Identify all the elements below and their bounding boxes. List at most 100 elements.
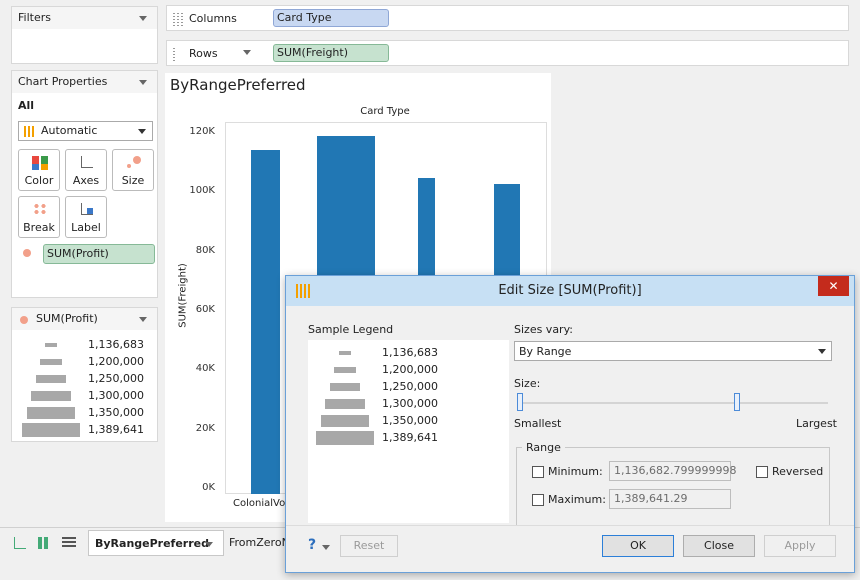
color-button[interactable]: Color	[18, 149, 60, 191]
legend-size-value: 1,136,683	[382, 346, 438, 359]
size-slider-label: Size:	[514, 377, 541, 390]
label-button[interactable]: Label	[65, 196, 107, 238]
sizes-vary-select[interactable]: By Range	[514, 341, 832, 361]
ok-button[interactable]: OK	[602, 535, 674, 557]
close-button[interactable]: Close	[683, 535, 755, 557]
legend-size-mark	[26, 407, 76, 419]
dialog-titlebar[interactable]: Edit Size [SUM(Profit)] ✕	[286, 276, 854, 306]
size-slider-max-thumb[interactable]	[734, 393, 740, 411]
legend-size-value: 1,250,000	[382, 380, 438, 393]
chart-properties-header[interactable]: Chart Properties	[12, 71, 157, 93]
legend-size-value: 1,300,000	[88, 389, 144, 402]
legend-size-mark	[45, 343, 57, 347]
new-dashboard-icon[interactable]	[38, 537, 50, 549]
axes-icon	[81, 156, 93, 168]
reversed-label: Reversed	[772, 465, 824, 478]
break-button[interactable]: Break	[18, 196, 60, 238]
sizes-vary-value: By Range	[519, 345, 572, 358]
legend-size-mark	[22, 423, 80, 437]
sizes-vary-chevron-icon[interactable]	[818, 349, 826, 354]
bar-chart-icon	[24, 126, 36, 137]
apply-button[interactable]: Apply	[764, 535, 836, 557]
edit-size-dialog: Edit Size [SUM(Profit)] ✕ Sample Legend …	[285, 275, 855, 573]
legend-size-mark	[339, 351, 351, 355]
bar-mark[interactable]	[250, 149, 280, 494]
dialog-title: Edit Size [SUM(Profit)]	[498, 283, 642, 298]
y-tick-label: 120K	[189, 126, 215, 137]
y-tick-label: 100K	[189, 185, 215, 197]
minimum-checkbox[interactable]	[532, 466, 544, 478]
legend-size-mark	[31, 391, 71, 401]
tab-menu-icon[interactable]	[205, 542, 213, 547]
dialog-close-button[interactable]: ✕	[818, 276, 849, 296]
legend-size-value: 1,389,641	[88, 423, 144, 436]
reset-button[interactable]: Reset	[340, 535, 398, 557]
tab-byrangepreferred[interactable]: ByRangePreferred	[88, 530, 224, 556]
legend-size-value: 1,250,000	[88, 372, 144, 385]
rows-menu-icon[interactable]	[243, 50, 251, 55]
column-header-card-type: Card Type	[360, 106, 410, 117]
new-worksheet-icon[interactable]	[14, 537, 26, 549]
y-tick-label: 40K	[195, 363, 215, 375]
legend-size-mark	[316, 431, 374, 445]
y-tick-label: 80K	[195, 244, 215, 256]
legend-size-mark	[40, 359, 62, 365]
minimum-field[interactable]: 1,136,682.799999998	[609, 461, 736, 481]
sample-legend-label: Sample Legend	[308, 323, 394, 336]
chart-properties-panel: Chart Properties All Automatic Color Axe…	[11, 70, 158, 298]
maximum-field[interactable]: 1,389,641.29	[609, 489, 731, 509]
filters-title: Filters	[18, 11, 51, 24]
color-label: Color	[24, 174, 54, 187]
color-icon-bottom	[32, 164, 48, 170]
scope-all[interactable]: All	[18, 99, 34, 112]
legend-size-value: 1,200,000	[382, 363, 438, 376]
rows-label: Rows	[189, 47, 218, 60]
help-menu-icon[interactable]	[322, 545, 330, 550]
size-legend-title: SUM(Profit)	[36, 312, 98, 325]
columns-pill-card-type[interactable]: Card Type	[273, 9, 389, 27]
size-field-icon	[23, 249, 31, 257]
axes-button[interactable]: Axes	[65, 149, 107, 191]
mark-type-chevron-icon[interactable]	[138, 129, 146, 134]
break-label: Break	[23, 221, 55, 234]
filters-header[interactable]: Filters	[12, 7, 157, 29]
minimum-label: Minimum:	[548, 465, 603, 478]
tab-list-icon[interactable]	[62, 537, 76, 548]
rows-grip-icon	[173, 47, 175, 61]
tab-byrangepreferred-label: ByRangePreferred	[95, 537, 209, 550]
columns-shelf[interactable]: Columns Card Type	[166, 5, 849, 31]
size-legend-menu-icon[interactable]	[139, 317, 147, 322]
columns-label: Columns	[189, 12, 237, 25]
size-field-pill[interactable]: SUM(Profit)	[43, 244, 155, 264]
legend-size-mark	[329, 383, 361, 391]
size-legend-icon	[20, 316, 28, 324]
maximum-label: Maximum:	[548, 493, 606, 506]
size-legend-header[interactable]: SUM(Profit)	[12, 308, 157, 330]
rows-shelf[interactable]: Rows SUM(Freight)	[166, 40, 849, 66]
columns-grip-icon-3	[181, 12, 183, 26]
legend-size-mark	[334, 367, 356, 373]
filters-menu-icon[interactable]	[139, 16, 147, 21]
chart-properties-menu-icon[interactable]	[139, 80, 147, 85]
size-button[interactable]: Size	[112, 149, 154, 191]
y-tick-label: 20K	[195, 422, 215, 434]
mark-type-select[interactable]: Automatic	[18, 121, 153, 141]
size-slider-min-thumb[interactable]	[517, 393, 523, 411]
legend-size-mark	[325, 399, 365, 409]
maximum-checkbox[interactable]	[532, 494, 544, 506]
help-icon[interactable]: ?	[308, 537, 316, 553]
label-label: Label	[71, 221, 101, 234]
legend-size-value: 1,200,000	[88, 355, 144, 368]
reversed-checkbox[interactable]	[756, 466, 768, 478]
y-axis-title: SUM(Freight)	[177, 263, 189, 328]
size-icon	[133, 156, 141, 164]
smallest-label: Smallest	[514, 417, 562, 430]
size-label: Size	[121, 174, 145, 187]
label-icon	[81, 203, 93, 215]
legend-size-value: 1,389,641	[382, 431, 438, 444]
rows-pill-sum-freight[interactable]: SUM(Freight)	[273, 44, 389, 62]
legend-size-value: 1,350,000	[88, 406, 144, 419]
size-slider-track[interactable]	[518, 402, 828, 404]
legend-size-mark	[35, 375, 67, 383]
sample-legend-box: 1,136,683 1,200,000 1,250,000 1,300,000 1,35…	[308, 340, 509, 523]
